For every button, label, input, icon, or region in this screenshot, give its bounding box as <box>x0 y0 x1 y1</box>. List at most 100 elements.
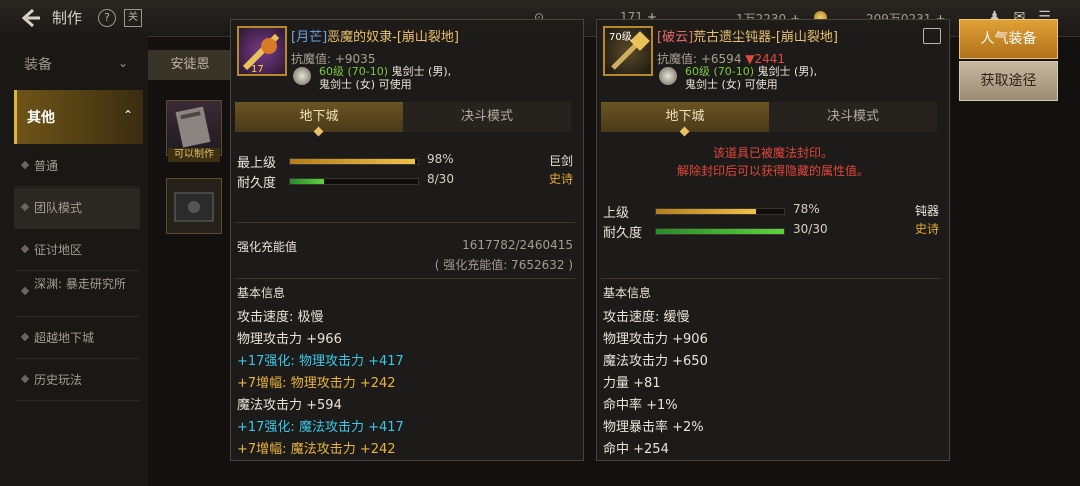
chevron-down-icon: ⌄ <box>117 56 128 70</box>
stat-line-amplify: +7增幅: 魔法攻击力 +242 <box>237 442 396 457</box>
stat-line: 物理攻击力 +906 <box>603 332 708 347</box>
sword-icon: 17 <box>237 26 287 76</box>
stat-line-enhance: +17强化: 魔法攻击力 +417 <box>237 420 404 435</box>
divider <box>235 278 575 279</box>
stat-line: 攻击速度: 缓慢 <box>603 310 690 325</box>
obtain-route-button[interactable]: 获取途径 <box>959 61 1058 101</box>
sidebar-item-label: 普通 <box>34 159 59 173</box>
class-male: 鬼剑士 (男), <box>757 65 818 78</box>
sidebar-item-conquest[interactable]: 征讨地区 <box>14 230 140 271</box>
back-arrow-icon[interactable] <box>18 6 42 30</box>
sidebar-item-label: 深渊: 暴走研究所 <box>34 277 126 291</box>
sidebar-item-abyss[interactable]: 深渊: 暴走研究所 <box>14 272 140 317</box>
charge-label: 强化充能值 <box>237 240 298 254</box>
item-tooltip-b: 70级 [破云]荒古遗尘钝器-[崩山裂地] 抗魔值: +6594 ▼2441 6… <box>596 19 950 461</box>
mode-tabs: 地下城 决斗模式 <box>235 102 575 137</box>
grade-value: 78% <box>793 202 820 216</box>
diamond-bullet-icon <box>20 286 30 296</box>
requirement: 60级 (70-10) 鬼剑士 (男), 鬼剑士 (女) 可使用 <box>685 65 817 91</box>
grade-bar-fill <box>290 159 416 164</box>
charge-value: 1617782/2460415 <box>462 238 573 252</box>
sidebar-item-team[interactable]: 团队模式 <box>14 188 140 229</box>
page-title: 制作 <box>52 9 83 27</box>
class-male: 鬼剑士 (男), <box>391 65 452 78</box>
sidebar-item-label: 征讨地区 <box>34 243 83 257</box>
diamond-bullet-icon <box>20 160 30 170</box>
tab-duel[interactable]: 决斗模式 <box>403 102 571 132</box>
diamond-bullet-icon <box>20 244 30 254</box>
sidebar-equip-label: 装备 <box>24 57 52 73</box>
seal-notice: 该道具已被魔法封印。 <box>712 146 833 160</box>
stat-line-amplify: +7增幅: 物理攻击力 +242 <box>237 376 396 391</box>
class-icon <box>659 67 677 85</box>
rarity: 史诗 <box>549 172 574 186</box>
sidebar-item-beyond[interactable]: 超越地下城 <box>14 318 140 359</box>
durability-bar-fill <box>290 179 325 184</box>
tab-duel[interactable]: 决斗模式 <box>769 102 937 132</box>
diamond-bullet-icon <box>20 202 30 212</box>
stat-line: 攻击速度: 极慢 <box>237 310 324 325</box>
grade-row: 上级 78% <box>603 202 943 221</box>
help-icon[interactable]: ? <box>98 9 116 27</box>
book-icon <box>175 106 211 148</box>
popular-equipment-button[interactable]: 人气装备 <box>959 19 1058 59</box>
item-slot-chest[interactable] <box>166 178 222 234</box>
class-icon <box>293 67 311 85</box>
level-requirement: 60级 (70-10) <box>685 65 755 78</box>
mode-tabs: 地下城 决斗模式 <box>601 102 941 137</box>
level-requirement: 60级 (70-10) <box>319 65 389 78</box>
stat-line: 魔法攻击力 +650 <box>603 354 708 369</box>
grade-bar <box>655 208 785 215</box>
class-female: 鬼剑士 (女) 可使用 <box>685 78 778 91</box>
sidebar-item-label: 团队模式 <box>34 201 83 215</box>
grade-label: 最上级 <box>237 156 277 171</box>
grade-bar <box>289 158 419 165</box>
item-name: [月芒]恶魔的奴隶-[崩山裂地] <box>291 26 459 45</box>
tab-antu[interactable]: 安徒恩 <box>148 50 232 80</box>
sidebar-equip[interactable]: 装备 ⌄ <box>14 48 138 78</box>
seal-notice-detail: 解除封印后可以获得隐藏的属性值。 <box>676 164 869 178</box>
stat-line: 命中率 +1% <box>603 398 678 413</box>
basic-info-label: 基本信息 <box>603 286 652 300</box>
stat-line: 力量 +81 <box>603 376 661 391</box>
durability-bar-fill <box>656 229 784 234</box>
stat-line: 物理攻击力 +966 <box>237 332 342 347</box>
durability-row: 耐久度 8/30 <box>237 172 577 191</box>
class-female: 鬼剑士 (女) 可使用 <box>319 78 412 91</box>
grade-value: 98% <box>427 152 454 166</box>
durability-bar <box>655 228 785 235</box>
share-icon[interactable] <box>923 28 941 44</box>
requirement: 60级 (70-10) 鬼剑士 (男), 鬼剑士 (女) 可使用 <box>319 65 451 91</box>
item-name-text: 恶魔的奴隶-[崩山裂地] <box>327 30 459 45</box>
calculator-icon[interactable]: 关 <box>124 9 142 27</box>
sidebar-other[interactable]: 其他 ⌃ <box>14 90 143 144</box>
hammer-icon: 70级 <box>603 26 653 76</box>
sidebar-item-history[interactable]: 历史玩法 <box>14 360 140 401</box>
durability-label: 耐久度 <box>237 176 277 191</box>
durability-bar <box>289 178 419 185</box>
sidebar: 装备 ⌄ 其他 ⌃ 普通 团队模式 征讨地区 深渊: 暴走研究所 超越地下城 历… <box>0 36 148 486</box>
craftable-tag: 可以制作 <box>168 148 220 162</box>
item-tag: [月芒] <box>291 30 328 45</box>
resistance-diff: ▼2441 <box>745 52 786 66</box>
grade-label: 上级 <box>603 206 630 221</box>
weapon-type: 钝器 <box>915 204 940 218</box>
sidebar-item-normal[interactable]: 普通 <box>14 146 140 187</box>
chevron-up-icon: ⌃ <box>122 108 133 122</box>
basic-info-label: 基本信息 <box>237 286 286 300</box>
sidebar-item-label: 历史玩法 <box>34 373 83 387</box>
item-tag: [破云] <box>657 30 694 45</box>
diamond-bullet-icon <box>20 374 30 384</box>
item-level: 70级 <box>609 31 632 43</box>
charge-sub: ( 强化充能值: 7652632 ) <box>434 258 573 272</box>
chest-icon <box>174 192 214 222</box>
item-name: [破云]荒古遗尘钝器-[崩山裂地] <box>657 26 838 45</box>
stat-line: 命中 +254 <box>603 442 669 457</box>
durability-value: 30/30 <box>793 222 828 236</box>
grade-row: 最上级 98% <box>237 152 577 171</box>
stat-line-enhance: +17强化: 物理攻击力 +417 <box>237 354 404 369</box>
durability-row: 耐久度 30/30 <box>603 222 943 241</box>
item-name-text: 荒古遗尘钝器-[崩山裂地] <box>693 30 838 45</box>
item-tooltip-a: 17 [月芒]恶魔的奴隶-[崩山裂地] 抗魔值: +9035 60级 (70-1… <box>230 19 584 461</box>
durability-label: 耐久度 <box>603 226 643 241</box>
